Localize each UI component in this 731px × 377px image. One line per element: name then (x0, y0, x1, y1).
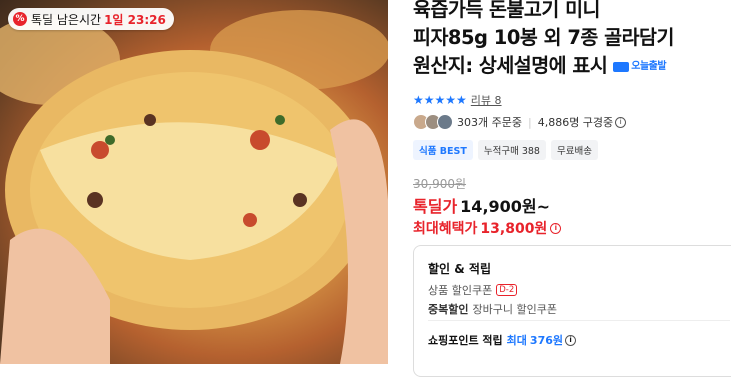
coupon-dday-badge: D-2 (496, 284, 518, 296)
avatar (437, 114, 453, 130)
dup-value: 장바구니 할인쿠폰 (472, 303, 557, 316)
point-value: 376원 (529, 334, 564, 347)
max-benefit-row[interactable]: 최대혜택가 13,800원 i (413, 218, 562, 238)
deal-price-value: 14,900원~ (460, 197, 551, 216)
divider: | (527, 115, 532, 129)
info-icon[interactable]: i (565, 334, 577, 346)
star-rating-icon: ★★★★★ (413, 93, 467, 107)
truck-icon (613, 61, 630, 72)
title-line-1: 육즙가득 돈불고기 미니 (413, 0, 600, 21)
point-prefix: 최대 (506, 334, 527, 347)
product-info: 육즙가득 돈불고기 미니 피자85g 10봉 외 7종 골라담기 원산지: 상세… (413, 0, 731, 377)
benefits-panel: 할인 & 적립 상품 할인쿠폰 D-2 중복할인 장바구니 할인쿠폰 쇼핑포인트… (413, 245, 731, 377)
info-icon[interactable]: i (550, 222, 562, 234)
point-label: 쇼핑포인트 적립 (428, 334, 503, 347)
coupon-row[interactable]: 상품 할인쿠폰 D-2 (428, 282, 518, 298)
today-delivery-badge: 오늘출발 (613, 53, 667, 81)
orders-count: 303개 주문중 (457, 116, 522, 129)
tag-purchases: 누적구매 388 (477, 140, 546, 160)
title-line-3-text: 원산지: 상세설명에 표시 (413, 54, 608, 77)
tag-list: 식품 BEST 누적구매 388 무료배송 (413, 140, 598, 160)
deal-price-label: 톡딜가 (413, 197, 458, 216)
dup-label: 중복할인 (428, 303, 469, 316)
divider (428, 320, 730, 321)
timer-value: 1일 23:26 (104, 12, 166, 27)
percent-badge-icon: % (13, 12, 27, 26)
product-title: 육즙가득 돈불고기 미니 피자85g 10봉 외 7종 골라담기 원산지: 상세… (413, 0, 731, 81)
timer-label: 톡딜 남은시간 (31, 12, 102, 27)
tag-free-shipping: 무료배송 (550, 140, 598, 160)
product-photo: % 톡딜 남은시간 1일 23:26 (0, 0, 388, 364)
title-line-3: 원산지: 상세설명에 표시 오늘출발 (413, 52, 731, 81)
title-line-2: 피자85g 10봉 외 7종 골라담기 (413, 26, 674, 49)
max-benefit-label: 최대혜택가 (413, 221, 478, 237)
info-icon[interactable]: i (615, 116, 627, 128)
duplicate-discount-row[interactable]: 중복할인 장바구니 할인쿠폰 (428, 301, 557, 317)
rating-row: ★★★★★ 리뷰 8 (413, 92, 502, 108)
deal-timer-badge: % 톡딜 남은시간 1일 23:26 (8, 8, 174, 30)
delivery-badge-label: 오늘출발 (631, 60, 667, 72)
tag-food-best[interactable]: 식품 BEST (413, 140, 473, 160)
stats-row: 303개 주문중 | 4,886명 구경중 i (413, 114, 627, 130)
point-row[interactable]: 쇼핑포인트 적립 최대 376원 i (428, 332, 577, 348)
viewers-count: 4,886명 구경중 (537, 116, 614, 129)
coupon-label: 상품 할인쿠폰 (428, 284, 493, 297)
benefits-title: 할인 & 적립 (428, 262, 491, 276)
max-benefit-price: 13,800원 (480, 221, 548, 237)
buyer-avatars (413, 114, 453, 130)
pizza-illustration (0, 10, 388, 364)
review-link[interactable]: 리뷰 8 (471, 92, 502, 108)
deal-price-row: 톡딜가 14,900원~ (413, 193, 550, 217)
original-price: 30,900원 (413, 177, 467, 191)
